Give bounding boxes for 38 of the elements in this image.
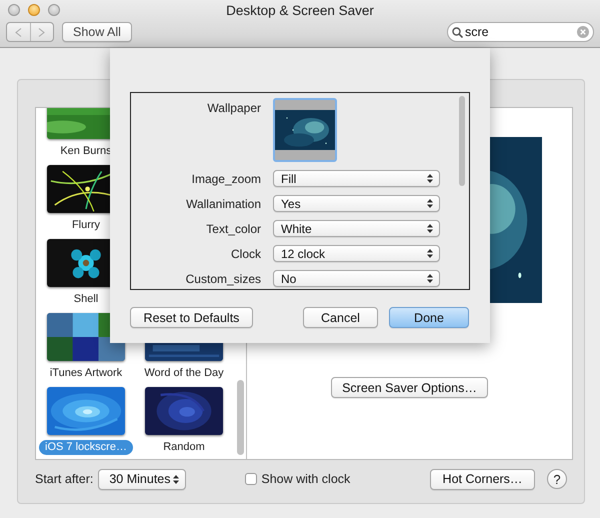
setting-label: Text_color xyxy=(205,222,261,236)
stepper-arrows-icon xyxy=(427,274,433,283)
setting-popup[interactable]: Yes xyxy=(273,195,440,212)
wallpaper-label: Wallpaper xyxy=(206,100,261,115)
setting-popup[interactable]: Fill xyxy=(273,170,440,187)
stepper-arrows-icon xyxy=(427,224,433,233)
setting-label: Wallanimation xyxy=(185,196,261,210)
window-title: Desktop & Screen Saver xyxy=(225,2,375,18)
setting-popup[interactable]: White xyxy=(273,220,440,237)
screen-saver-item[interactable]: Random xyxy=(135,387,233,459)
show-all-button[interactable]: Show All xyxy=(62,22,132,42)
show-with-clock-checkbox[interactable]: Show with clock xyxy=(245,472,350,486)
close-button[interactable] xyxy=(8,4,20,16)
done-button[interactable]: Done xyxy=(389,307,469,328)
hot-corners-button[interactable]: Hot Corners… xyxy=(430,468,535,490)
setting-label: Image_zoom xyxy=(190,172,261,186)
stepper-arrows-icon xyxy=(173,474,180,484)
setting-popup[interactable]: No xyxy=(273,270,440,287)
scrollbar[interactable] xyxy=(237,380,244,455)
search-icon xyxy=(452,26,463,38)
setting-label: Custom_sizes xyxy=(184,272,261,286)
zoom-button[interactable] xyxy=(48,4,60,16)
help-button[interactable]: ? xyxy=(547,469,567,489)
scrollbar[interactable] xyxy=(459,96,465,186)
screen-saver-options-button[interactable]: Screen Saver Options… xyxy=(331,377,488,398)
search-field[interactable]: scre xyxy=(447,22,594,42)
setting-label: Clock xyxy=(230,246,261,260)
stepper-arrows-icon xyxy=(427,249,433,258)
stepper-arrows-icon xyxy=(427,174,433,183)
start-after-label: Start after: xyxy=(35,472,94,486)
wallpaper-well[interactable] xyxy=(273,98,337,162)
stepper-arrows-icon xyxy=(427,199,433,208)
cancel-button[interactable]: Cancel xyxy=(303,307,378,328)
setting-popup[interactable]: 12 clock xyxy=(273,245,440,262)
minimize-button[interactable] xyxy=(28,4,40,16)
clear-icon[interactable] xyxy=(577,26,589,38)
start-after-popup[interactable]: 30 Minutes xyxy=(98,468,186,490)
reset-button[interactable]: Reset to Defaults xyxy=(130,307,253,328)
